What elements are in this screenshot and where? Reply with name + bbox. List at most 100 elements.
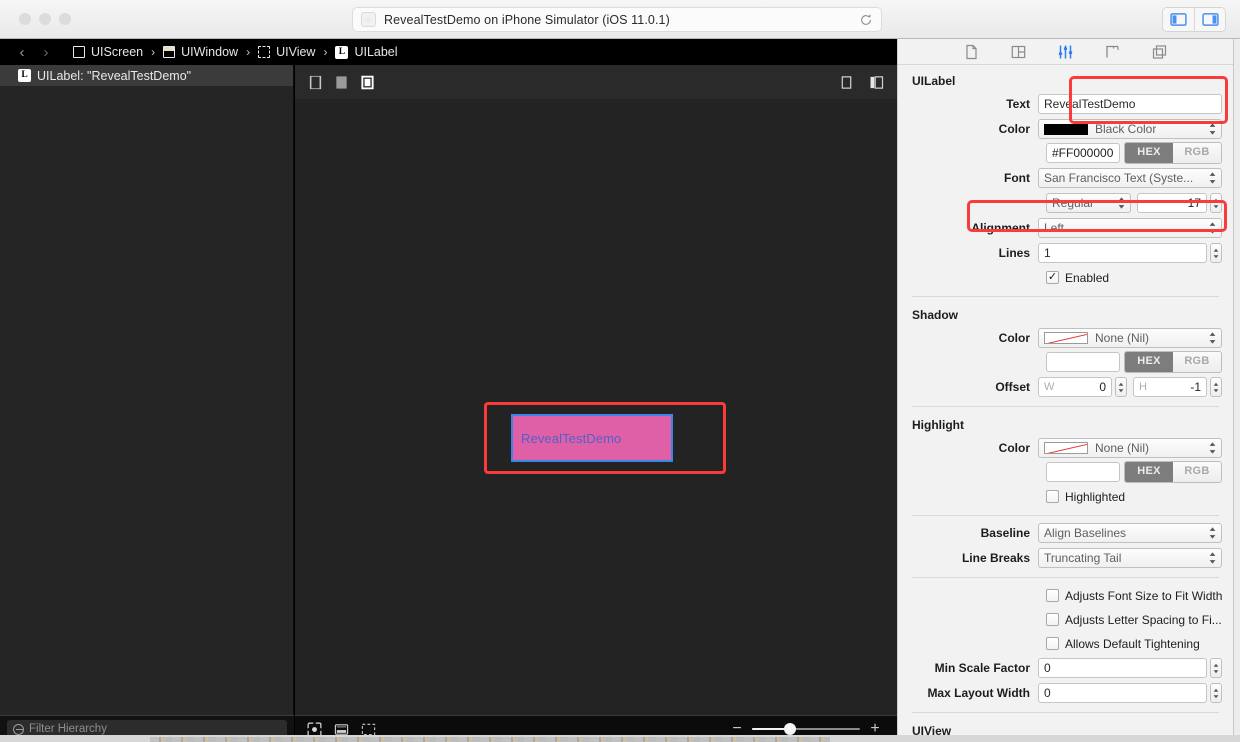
highlight-hex-input[interactable] <box>1046 462 1120 482</box>
canvas-stage[interactable]: RevealTestDemo <box>295 99 897 715</box>
segment-hex[interactable]: HEX <box>1125 462 1173 482</box>
lines-input[interactable]: 1 <box>1038 243 1207 263</box>
screen-icon <box>73 46 85 58</box>
breadcrumb-item-uilabel[interactable]: L UILabel <box>335 45 398 59</box>
min-scale-factor-stepper[interactable] <box>1210 658 1222 678</box>
font-size-value: 17 <box>1187 196 1201 210</box>
row-enabled: Enabled <box>898 267 1233 288</box>
breadcrumb-item-uiwindow[interactable]: UIWindow <box>163 45 238 59</box>
single-pane-button[interactable] <box>838 74 855 91</box>
highlight-color-select[interactable]: None (Nil) <box>1038 438 1222 458</box>
inspector-tab-bar <box>898 39 1233 65</box>
highlighted-checkbox[interactable] <box>1046 490 1059 503</box>
font-size-input[interactable]: 17 <box>1137 193 1207 213</box>
label-baseline: Baseline <box>980 526 1030 540</box>
text-value: RevealTestDemo <box>1044 97 1136 111</box>
baseline-value: Align Baselines <box>1044 526 1127 540</box>
close-button[interactable] <box>19 13 31 25</box>
segment-rgb[interactable]: RGB <box>1173 352 1221 372</box>
font-select[interactable]: San Francisco Text (Syste... <box>1038 168 1222 188</box>
shadow-hex-input[interactable] <box>1046 352 1120 372</box>
shadow-offset-h-input[interactable]: H -1 <box>1133 377 1207 397</box>
left-panel-icon <box>1170 13 1187 26</box>
hierarchy-sidebar: L UILabel: "RevealTestDemo" <box>0 65 294 715</box>
allows-tightening-checkbox[interactable] <box>1046 637 1059 650</box>
shadow-offset-w-stepper[interactable] <box>1115 377 1127 397</box>
chevron-updown-icon <box>1209 332 1216 344</box>
canvas-uilabel-element[interactable]: RevealTestDemo <box>511 414 673 462</box>
combined-view-icon <box>361 75 374 89</box>
chevron-updown-icon <box>1209 123 1216 135</box>
adjusts-letter-spacing-checkbox[interactable] <box>1046 613 1059 626</box>
refresh-icon[interactable] <box>859 13 873 27</box>
lines-stepper[interactable] <box>1210 243 1222 263</box>
line-breaks-select[interactable]: Truncating Tail <box>1038 548 1222 568</box>
adjusts-letter-spacing-label: Adjusts Letter Spacing to Fi... <box>1065 612 1222 627</box>
zoom-button[interactable] <box>59 13 71 25</box>
tab-attributes[interactable] <box>1056 43 1075 60</box>
shadow-offset-w-input[interactable]: W 0 <box>1038 377 1112 397</box>
font-size-wrap: 17 <box>1137 193 1222 213</box>
toggle-right-panel-button[interactable] <box>1194 8 1225 31</box>
segment-hex[interactable]: HEX <box>1125 143 1173 163</box>
nav-back-button[interactable]: ‹ <box>13 44 31 61</box>
row-color-hex: #FF000000 HEX RGB <box>898 142 1233 164</box>
label-highlight-color: Color <box>998 441 1030 455</box>
snapshot-button[interactable] <box>334 722 349 736</box>
shadow-color-value: None (Nil) <box>1095 331 1150 345</box>
font-weight-select[interactable]: Regular <box>1046 193 1131 213</box>
stepper-icon <box>1213 688 1219 698</box>
tab-layers[interactable] <box>1150 43 1169 60</box>
adjusts-font-size-checkbox[interactable] <box>1046 589 1059 602</box>
max-layout-width-input[interactable]: 0 <box>1038 683 1207 703</box>
shadow-offset-h-stepper[interactable] <box>1210 377 1222 397</box>
shadow-color-select[interactable]: None (Nil) <box>1038 328 1222 348</box>
solid-view-button[interactable] <box>333 74 350 91</box>
breadcrumb-label: UIScreen <box>91 45 144 59</box>
color-hex-input[interactable]: #FF000000 <box>1046 143 1120 163</box>
select-region-button[interactable] <box>361 722 376 736</box>
minimize-button[interactable] <box>39 13 51 25</box>
layout-icon <box>1011 45 1026 58</box>
combined-view-button[interactable] <box>359 74 376 91</box>
color-select[interactable]: Black Color <box>1038 119 1222 139</box>
baseline-select[interactable]: Align Baselines <box>1038 523 1222 543</box>
breadcrumb-separator: › <box>151 45 156 59</box>
breadcrumb-item-uiscreen[interactable]: UIScreen <box>73 45 143 59</box>
label-icon: L <box>18 69 31 82</box>
zoom-slider[interactable] <box>752 723 860 735</box>
toggle-left-panel-button[interactable] <box>1163 8 1194 31</box>
wireframe-view-icon <box>309 75 322 89</box>
nav-forward-button[interactable]: › <box>37 44 55 61</box>
alignment-select[interactable]: Left <box>1038 218 1222 238</box>
lines-value: 1 <box>1044 246 1051 260</box>
split-pane-button[interactable] <box>868 74 885 91</box>
row-font-weight-size: Regular 17 <box>898 192 1233 214</box>
chevron-updown-icon <box>1209 442 1216 454</box>
font-size-stepper[interactable] <box>1210 193 1222 213</box>
min-scale-factor-input[interactable]: 0 <box>1038 658 1207 678</box>
segment-rgb[interactable]: RGB <box>1173 143 1221 163</box>
segment-rgb[interactable]: RGB <box>1173 462 1221 482</box>
device-selector[interactable]: RevealTestDemo on iPhone Simulator (iOS … <box>352 7 882 32</box>
zoom-slider-knob[interactable] <box>784 723 796 735</box>
wireframe-view-button[interactable] <box>307 74 324 91</box>
stepper-icon <box>1213 663 1219 673</box>
text-input[interactable]: RevealTestDemo <box>1038 94 1222 114</box>
stepper-icon <box>1118 382 1124 392</box>
ruler-icon <box>1106 45 1119 57</box>
max-layout-width-value: 0 <box>1044 686 1051 700</box>
breadcrumb-separator: › <box>246 45 251 59</box>
label-shadow-color: Color <box>998 331 1030 345</box>
enabled-checkbox[interactable] <box>1046 271 1059 284</box>
title-bar: RevealTestDemo on iPhone Simulator (iOS … <box>0 0 1240 39</box>
max-layout-width-stepper[interactable] <box>1210 683 1222 703</box>
tab-layout[interactable] <box>1009 43 1028 60</box>
tab-constraints[interactable] <box>1103 43 1122 60</box>
simulator-icon <box>361 12 376 27</box>
segment-hex[interactable]: HEX <box>1125 352 1173 372</box>
fit-to-window-button[interactable] <box>307 722 322 736</box>
breadcrumb-item-uiview[interactable]: UIView <box>258 45 315 59</box>
tree-item-uilabel[interactable]: L UILabel: "RevealTestDemo" <box>0 65 293 86</box>
tab-document[interactable] <box>962 43 981 60</box>
